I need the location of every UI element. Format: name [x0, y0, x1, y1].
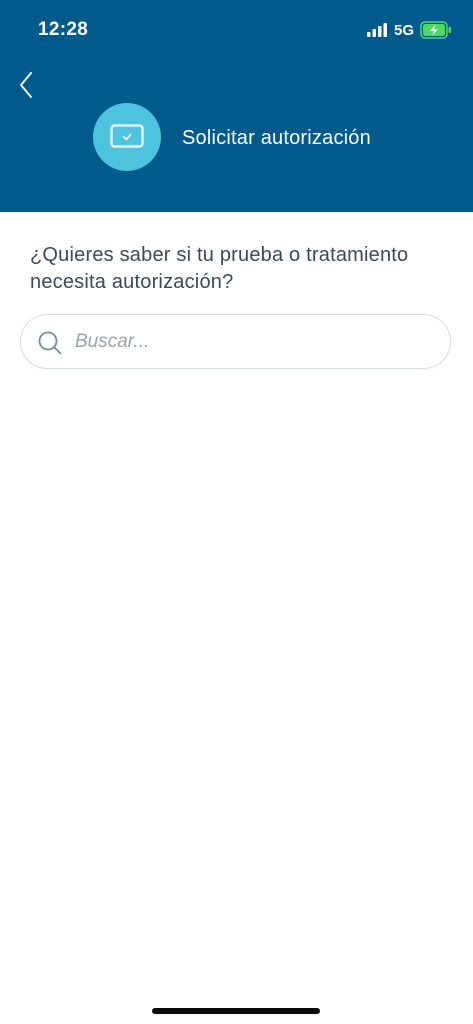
status-bar: 12:28 5G	[0, 0, 473, 60]
network-type: 5G	[394, 22, 415, 39]
header: 12:28 5G Solicitar autorización	[0, 0, 473, 212]
question-text: ¿Quieres saber si tu prueba o tratamient…	[30, 244, 409, 293]
search-icon	[38, 331, 62, 355]
cellular-signal-icon	[367, 23, 387, 37]
battery-charging-icon	[420, 21, 451, 39]
search-input[interactable]	[75, 325, 435, 359]
home-indicator	[152, 1008, 320, 1014]
status-time: 12:28	[38, 19, 89, 40]
back-button[interactable]	[14, 68, 42, 102]
search-bar[interactable]	[20, 314, 451, 369]
page-title: Solicitar autorización	[182, 127, 371, 149]
chevron-left-icon	[20, 72, 32, 98]
title-avatar	[93, 103, 161, 171]
card-check-icon	[110, 124, 144, 148]
